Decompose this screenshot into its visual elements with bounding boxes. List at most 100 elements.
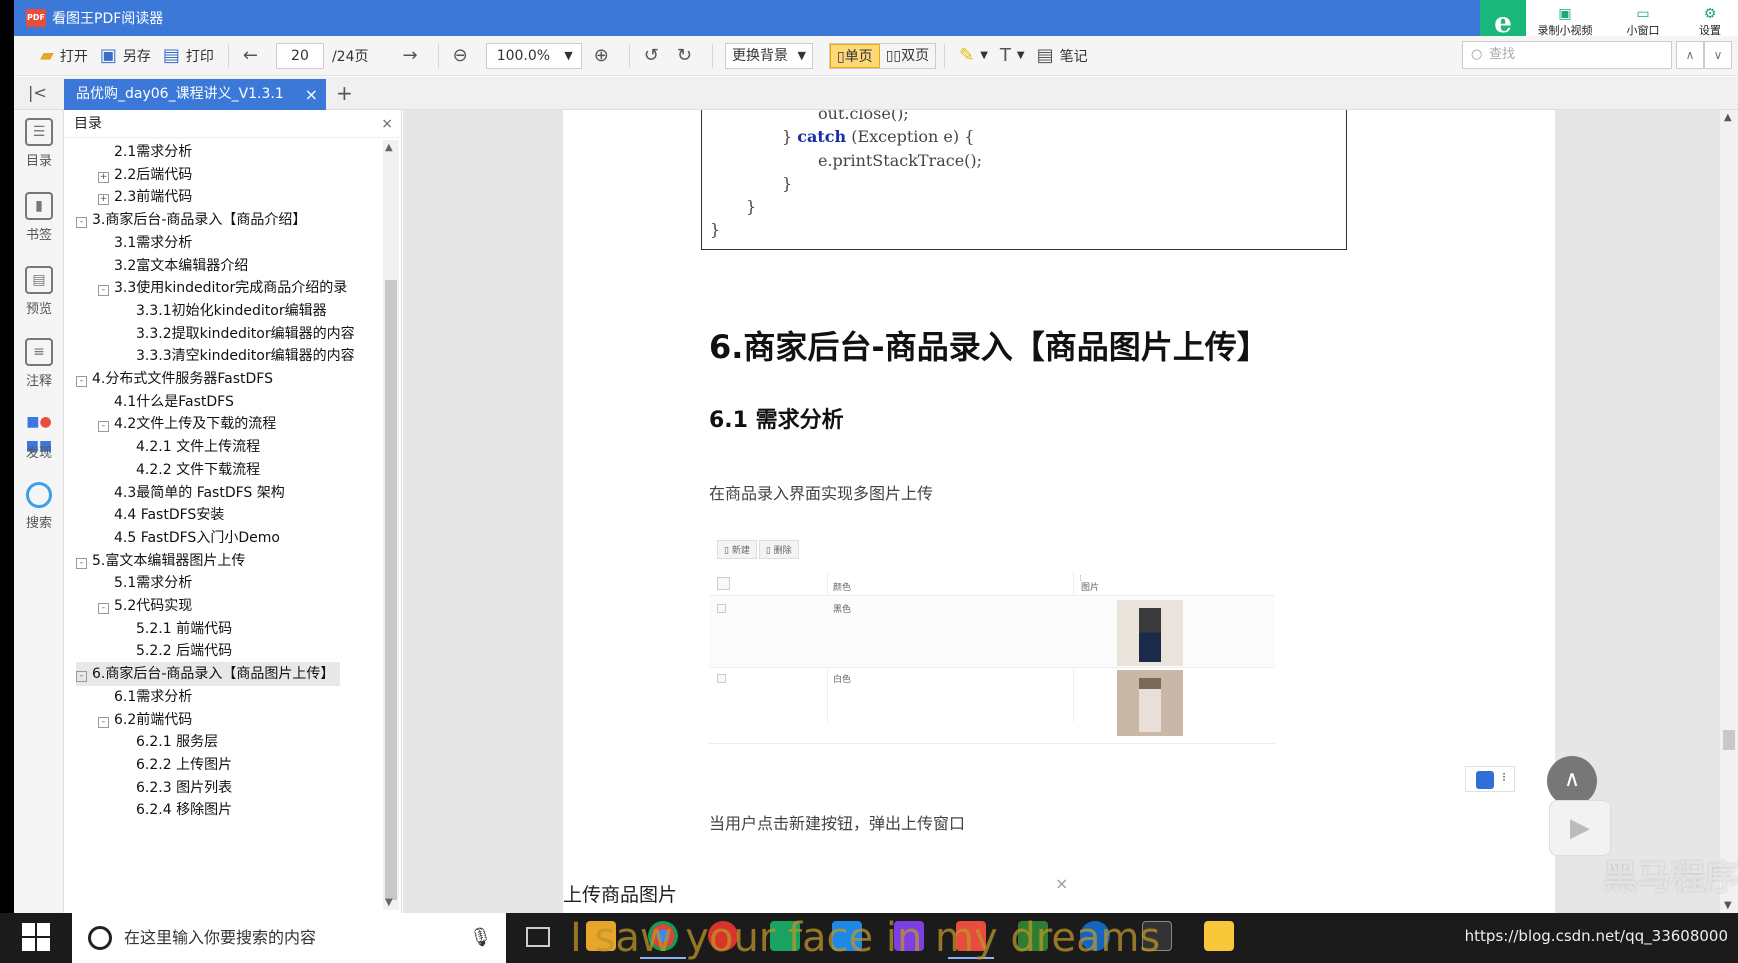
rotate-left-button[interactable]: ↺ xyxy=(638,41,671,71)
scroll-down-icon[interactable]: ▼ xyxy=(1724,900,1732,911)
rail-annotation[interactable]: ≡ 注释 xyxy=(14,338,64,389)
arrow-left-icon: ← xyxy=(242,45,258,66)
text-tool-button[interactable]: T ▼ xyxy=(994,41,1031,71)
toc-scrollbar[interactable]: ▲ ▼ xyxy=(383,140,399,910)
rail-discover[interactable]: ■● ■■ 发现 xyxy=(14,410,64,461)
print-button[interactable]: ▤ 打印 xyxy=(157,41,220,71)
play-button[interactable]: ▶ xyxy=(1549,800,1611,856)
toc-item[interactable]: -3.3使用kindeditor完成商品介绍的录 xyxy=(98,276,347,300)
document-scrollbar[interactable]: ▲ ▼ xyxy=(1720,110,1738,913)
scroll-up-icon[interactable]: ▲ xyxy=(1724,112,1732,123)
page-number-input[interactable]: 20 xyxy=(275,42,324,69)
collapse-sidebar-icon[interactable]: |< xyxy=(28,83,47,102)
search-next-button[interactable]: ∨ xyxy=(1704,41,1732,69)
toc-item[interactable]: 4.1什么是FastDFS xyxy=(114,390,234,414)
document-tab[interactable]: 品优购_day06_课程讲义_V1.3.1 × xyxy=(64,79,326,110)
toc-item[interactable]: 3.3.3清空kindeditor编辑器的内容 xyxy=(136,344,355,368)
zoom-in-button[interactable]: ⊕ xyxy=(588,41,621,71)
divider xyxy=(437,43,439,68)
toc-item[interactable]: -4.2文件上传及下载的流程 xyxy=(98,412,276,436)
toc-item[interactable]: 6.1需求分析 xyxy=(114,685,192,709)
toc-item[interactable]: 3.3.2提取kindeditor编辑器的内容 xyxy=(136,322,355,346)
toc-item[interactable]: 5.2.2 后端代码 xyxy=(136,639,232,663)
document-scroll-thumb[interactable] xyxy=(1723,730,1735,750)
toc-item-label: 6.2.1 服务层 xyxy=(136,734,219,751)
toc-item[interactable]: 4.2.1 文件上传流程 xyxy=(136,435,260,459)
zoom-select[interactable]: 100.0% ▼ xyxy=(485,42,582,69)
toc-item[interactable]: 6.2.3 图片列表 xyxy=(136,776,232,800)
toc-item[interactable]: -4.分布式文件服务器FastDFS xyxy=(76,367,273,391)
rail-preview[interactable]: ▤ 预览 xyxy=(14,266,64,317)
toc-scroll-thumb[interactable] xyxy=(385,280,397,900)
toc-item[interactable]: 5.1需求分析 xyxy=(114,571,192,595)
rotate-right-button[interactable]: ↻ xyxy=(671,41,704,71)
collapse-icon[interactable]: - xyxy=(98,603,109,614)
close-icon[interactable]: × xyxy=(305,79,318,110)
task-view-icon[interactable] xyxy=(526,927,550,947)
toc-item[interactable]: +2.2后端代码 xyxy=(98,163,192,187)
chevron-down-icon: ▼ xyxy=(1016,50,1025,61)
scroll-up-icon[interactable]: ▲ xyxy=(385,142,393,153)
toc-item[interactable]: 2.1需求分析 xyxy=(114,140,192,164)
change-background-select[interactable]: 更换背景 ▼ xyxy=(724,42,813,69)
zoom-out-button[interactable]: ⊖ xyxy=(447,41,480,71)
rail-toc[interactable]: ☰ 目录 xyxy=(14,118,64,169)
collapse-icon[interactable]: - xyxy=(98,285,109,297)
collapse-icon[interactable]: - xyxy=(98,716,109,728)
document-tab-label: 品优购_day06_课程讲义_V1.3.1 xyxy=(76,86,284,102)
toc-item-label: 4.5 FastDFS入门小Demo xyxy=(114,529,280,546)
toc-item[interactable]: -5.2代码实现 xyxy=(98,594,192,618)
taskbar-search-input[interactable]: 在这里输入你要搜索的内容 🎙 xyxy=(72,913,506,963)
save-as-button[interactable]: ▣ 另存 xyxy=(94,41,157,71)
toc-item[interactable]: -5.富文本编辑器图片上传 xyxy=(76,549,245,573)
expand-icon[interactable]: + xyxy=(98,194,109,206)
add-tab-icon[interactable]: + xyxy=(336,81,353,105)
open-button[interactable]: ▰ 打开 xyxy=(34,41,94,71)
note-icon: ▤ xyxy=(1036,45,1054,66)
toc-item[interactable]: -3.商家后台-商品录入【商品介绍】 xyxy=(76,208,306,232)
table-row: 白色 xyxy=(709,668,1275,744)
single-page-button[interactable]: ▯单页 xyxy=(829,43,880,68)
toc-item[interactable]: 6.2.2 上传图片 xyxy=(136,753,232,777)
toc-item[interactable]: +2.3前端代码 xyxy=(98,185,192,209)
toc-item[interactable]: 4.5 FastDFS入门小Demo xyxy=(114,526,280,550)
toc-item[interactable]: -6.2前端代码 xyxy=(98,708,192,732)
toc-item[interactable]: -6.商家后台-商品录入【商品图片上传】 xyxy=(76,662,341,687)
zoom-out-icon: ⊖ xyxy=(452,45,468,66)
microphone-icon[interactable]: 🎙 xyxy=(469,913,492,963)
search-prev-button[interactable]: ∧ xyxy=(1676,41,1704,69)
rail-search[interactable]: 搜索 xyxy=(14,482,64,531)
toc-item[interactable]: 3.2富文本编辑器介绍 xyxy=(114,254,248,278)
collapse-icon[interactable]: - xyxy=(98,421,109,433)
highlight-button[interactable]: ✎ ▼ xyxy=(953,41,994,71)
scroll-down-icon[interactable]: ▼ xyxy=(385,897,393,908)
expand-icon[interactable]: + xyxy=(98,171,109,183)
embedded-screenshot: ▯ 新建 ▯ 删除 颜色 ⁞ 图片 黑色 白色 xyxy=(709,534,1275,764)
rail-bookmark[interactable]: ▮ 书签 xyxy=(14,192,64,243)
search-nav: ∧ ∨ xyxy=(1676,41,1732,69)
toc-item[interactable]: 3.1需求分析 xyxy=(114,231,192,255)
double-page-button[interactable]: ▯▯双页 xyxy=(880,44,935,68)
collapse-icon[interactable]: - xyxy=(76,671,87,683)
toc-item[interactable]: 6.2.4 移除图片 xyxy=(136,798,232,822)
toc-item[interactable]: 4.4 FastDFS安装 xyxy=(114,503,224,527)
windows-logo-part xyxy=(37,938,50,951)
pdf-page: out.close(); } catch (Exception e) { e.p… xyxy=(563,110,1555,913)
toc-item[interactable]: 5.2.1 前端代码 xyxy=(136,617,232,641)
collapse-icon[interactable]: - xyxy=(76,557,87,569)
prev-page-button[interactable]: ← xyxy=(237,41,270,71)
toc-item[interactable]: 4.2.2 文件下载流程 xyxy=(136,458,260,482)
toc-item[interactable]: 6.2.1 服务层 xyxy=(136,730,218,754)
notes-button[interactable]: ▤ 笔记 xyxy=(1031,41,1094,71)
windows-start-button[interactable] xyxy=(22,923,52,953)
toc-item[interactable]: 3.3.1初始化kindeditor编辑器 xyxy=(136,299,327,323)
close-icon[interactable]: × xyxy=(381,110,393,138)
floating-user-widget[interactable]: ⁝ xyxy=(1465,766,1515,792)
collapse-icon[interactable]: - xyxy=(76,376,87,387)
folder-icon[interactable] xyxy=(1204,921,1234,951)
search-input[interactable]: ○ 查找 xyxy=(1462,41,1672,69)
toc-item[interactable]: 4.3最简单的 FastDFS 架构 xyxy=(114,481,285,505)
back-to-top-button[interactable]: ∧ xyxy=(1547,756,1597,806)
collapse-icon[interactable]: - xyxy=(76,217,87,229)
next-page-button[interactable]: → xyxy=(397,41,430,71)
